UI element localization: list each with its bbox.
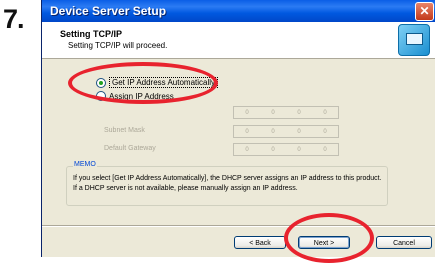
octet: 0 xyxy=(297,128,301,135)
highlight-ring-next xyxy=(284,213,374,263)
divider xyxy=(42,225,435,227)
setup-dialog: Device Server Setup ✕ Setting TCP/IP Set… xyxy=(41,0,435,257)
window-title: Device Server Setup xyxy=(50,4,167,18)
network-computer-icon xyxy=(398,24,430,56)
header-title: Setting TCP/IP xyxy=(60,29,123,39)
default-gateway-label: Default Gateway xyxy=(104,145,156,152)
subnet-mask-label: Subnet Mask xyxy=(104,127,145,134)
octet: 0 xyxy=(245,146,249,153)
octet: 0 xyxy=(297,146,301,153)
octet: 0 xyxy=(323,146,327,153)
ip-address-field: 0 0 0 0 xyxy=(233,106,339,119)
step-number: 7. xyxy=(3,4,25,34)
back-button[interactable]: < Back xyxy=(234,236,286,249)
octet: 0 xyxy=(245,128,249,135)
memo-label: MEMO xyxy=(73,161,97,168)
header-subtitle: Setting TCP/IP will proceed. xyxy=(68,41,168,50)
close-button[interactable]: ✕ xyxy=(415,2,434,21)
cancel-button[interactable]: Cancel xyxy=(376,236,432,249)
memo-box: MEMO If you select [Get IP Address Autom… xyxy=(66,161,388,206)
octet: 0 xyxy=(323,128,327,135)
memo-text: If you select [Get IP Address Automatica… xyxy=(73,175,382,192)
octet: 0 xyxy=(271,146,275,153)
highlight-ring-auto-ip xyxy=(68,62,218,104)
octet: 0 xyxy=(271,128,275,135)
dialog-header: Setting TCP/IP Setting TCP/IP will proce… xyxy=(42,22,435,59)
octet: 0 xyxy=(323,109,327,116)
octet: 0 xyxy=(297,109,301,116)
subnet-mask-field: 0 0 0 0 xyxy=(233,125,339,138)
octet: 0 xyxy=(245,109,249,116)
title-bar[interactable]: Device Server Setup ✕ xyxy=(42,0,435,22)
octet: 0 xyxy=(271,109,275,116)
default-gateway-field: 0 0 0 0 xyxy=(233,143,339,156)
